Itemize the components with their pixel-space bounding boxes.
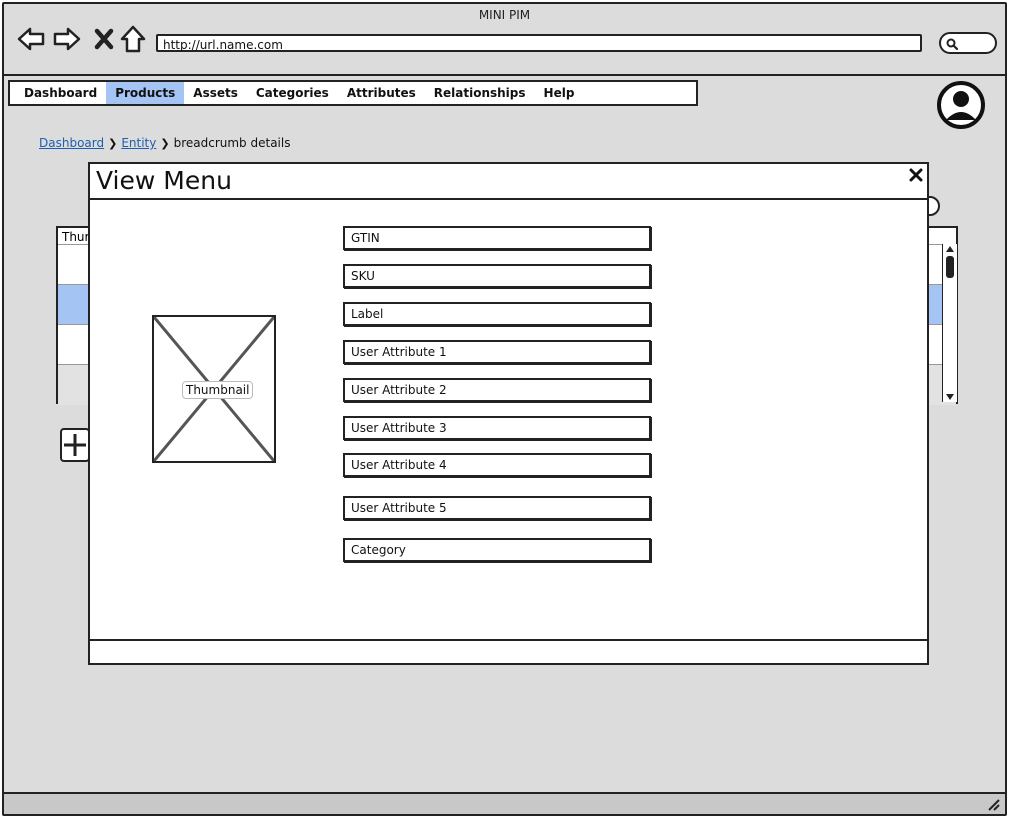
menu-item-products[interactable]: Products (106, 82, 185, 104)
close-icon[interactable] (909, 168, 923, 182)
resize-grip-icon[interactable] (985, 796, 1001, 812)
field-user-attribute-4[interactable]: User Attribute 4 (343, 453, 651, 477)
url-input[interactable]: http://url.name.com (156, 34, 922, 52)
modal-footer (90, 639, 927, 663)
field-gtin[interactable]: GTIN (343, 226, 651, 250)
menu-item-help[interactable]: Help (535, 82, 584, 104)
avatar-icon[interactable] (936, 80, 986, 130)
chevron-right-icon: ❯ (160, 136, 170, 150)
title-bar: MINI PIM http://url.name.com (4, 4, 1005, 76)
menu-item-categories[interactable]: Categories (247, 82, 338, 104)
menu-item-attributes[interactable]: Attributes (338, 82, 425, 104)
scrollbar-icon (946, 246, 954, 400)
breadcrumb-link-entity[interactable]: Entity (121, 136, 156, 150)
main-menu: Dashboard Products Assets Categories Att… (8, 80, 698, 106)
breadcrumb-current: breadcrumb details (173, 136, 291, 150)
menu-item-dashboard[interactable]: Dashboard (10, 82, 106, 104)
add-icon (60, 428, 90, 462)
home-icon[interactable] (118, 24, 148, 54)
field-label[interactable]: Label (343, 302, 651, 326)
menu-item-assets[interactable]: Assets (184, 82, 247, 104)
modal-header: View Menu (90, 164, 927, 200)
chevron-right-icon: ❯ (108, 136, 118, 150)
status-bar (4, 792, 1005, 814)
browser-window: MINI PIM http://url.name.com Dashboard P… (2, 2, 1007, 816)
search-box[interactable] (939, 32, 997, 54)
field-user-attribute-5[interactable]: User Attribute 5 (343, 496, 651, 520)
background-scrollbar (942, 244, 957, 402)
back-icon[interactable] (16, 24, 46, 54)
thumbnail-placeholder: Thumbnail (152, 315, 276, 463)
background-table-header: Thur (62, 230, 90, 244)
field-user-attribute-1[interactable]: User Attribute 1 (343, 340, 651, 364)
forward-icon[interactable] (52, 24, 82, 54)
breadcrumb: Dashboard ❯ Entity ❯ breadcrumb details (39, 136, 290, 150)
field-category[interactable]: Category (343, 538, 651, 562)
modal-title: View Menu (96, 166, 232, 195)
search-icon (946, 38, 959, 51)
field-user-attribute-3[interactable]: User Attribute 3 (343, 416, 651, 440)
stop-icon[interactable] (90, 24, 120, 54)
field-user-attribute-2[interactable]: User Attribute 2 (343, 378, 651, 402)
breadcrumb-link-dashboard[interactable]: Dashboard (39, 136, 104, 150)
thumbnail-label: Thumbnail (182, 381, 254, 399)
window-title: MINI PIM (478, 8, 531, 22)
field-sku[interactable]: SKU (343, 264, 651, 288)
view-menu-modal: View Menu Thumbnail GTIN SKU Label User … (88, 162, 929, 665)
menu-item-relationships[interactable]: Relationships (425, 82, 535, 104)
